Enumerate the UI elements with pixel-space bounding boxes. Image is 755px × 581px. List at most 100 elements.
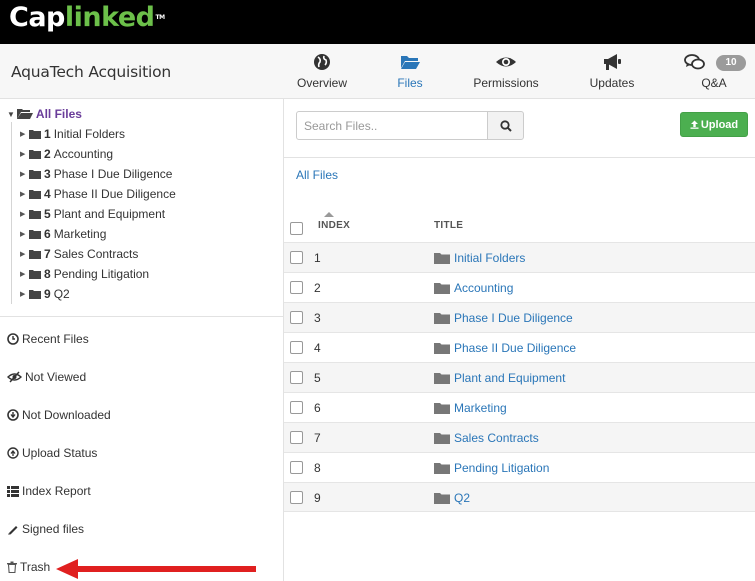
column-header-title[interactable]: TITLE xyxy=(434,220,463,231)
tree-folder-item[interactable]: ▶ 6 Marketing xyxy=(20,224,176,244)
row-title-link[interactable]: Pending Litigation xyxy=(454,461,549,475)
breadcrumb-all-files[interactable]: All Files xyxy=(296,168,338,182)
caret-right-icon[interactable]: ▶ xyxy=(20,190,29,198)
sidebar-link-not-downloaded[interactable]: Not Downloaded xyxy=(7,408,111,422)
table-row[interactable]: 8 Pending Litigation xyxy=(284,452,755,482)
caret-right-icon[interactable]: ▶ xyxy=(20,230,29,238)
sidebar-link-label: Index Report xyxy=(22,484,91,498)
caret-right-icon[interactable]: ▶ xyxy=(20,250,29,258)
nav-permissions[interactable]: Permissions xyxy=(466,52,546,90)
folder-number: 5 xyxy=(44,207,51,221)
tree-folder-item[interactable]: ▶ 8 Pending Litigation xyxy=(20,264,176,284)
caret-right-icon[interactable]: ▶ xyxy=(20,270,29,278)
folder-icon xyxy=(29,210,41,219)
tree-folder-item[interactable]: ▶ 1 Initial Folders xyxy=(20,124,176,144)
folder-name: Q2 xyxy=(53,287,70,301)
sidebar-link-label: Not Viewed xyxy=(25,370,87,384)
tree-folder-item[interactable]: ▶ 5 Plant and Equipment xyxy=(20,204,176,224)
row-title-link[interactable]: Accounting xyxy=(454,281,513,295)
row-index: 4 xyxy=(314,341,321,355)
row-checkbox[interactable] xyxy=(290,311,303,324)
row-checkbox[interactable] xyxy=(290,251,303,264)
table-row[interactable]: 7 Sales Contracts xyxy=(284,422,755,452)
nav-qa[interactable]: 10 Q&A xyxy=(674,52,754,90)
caplinked-logo[interactable]: CaplinkedTM xyxy=(9,2,165,34)
tree-folder-item[interactable]: ▶ 4 Phase II Due Diligence xyxy=(20,184,176,204)
folder-open-icon xyxy=(401,56,420,69)
folder-name: Sales Contracts xyxy=(53,247,139,261)
sidebar-link-upload-status[interactable]: Upload Status xyxy=(7,446,97,460)
sidebar: ▼ All Files ▶ 1 Initial Folders ▶ 2 Accountin… xyxy=(0,99,284,581)
annotation-arrow xyxy=(56,559,256,579)
table-row[interactable]: 3 Phase I Due Diligence xyxy=(284,302,755,332)
tree-folder-item[interactable]: ▶ 9 Q2 xyxy=(20,284,176,304)
row-index: 6 xyxy=(314,401,321,415)
row-checkbox[interactable] xyxy=(290,461,303,474)
tree-folder-item[interactable]: ▶ 7 Sales Contracts xyxy=(20,244,176,264)
trash-icon xyxy=(7,561,17,573)
sidebar-link-trash[interactable]: Trash xyxy=(7,560,50,574)
search-files-input[interactable] xyxy=(296,111,488,140)
top-bar: CaplinkedTM xyxy=(0,0,755,44)
column-header-index[interactable]: INDEX xyxy=(318,220,350,231)
nav-permissions-label: Permissions xyxy=(473,76,539,90)
table-row[interactable]: 2 Accounting xyxy=(284,272,755,302)
folder-icon xyxy=(434,373,450,384)
table-row[interactable]: 4 Phase II Due Diligence xyxy=(284,332,755,362)
folder-number: 3 xyxy=(44,167,51,181)
sidebar-link-not-viewed[interactable]: Not Viewed xyxy=(7,370,86,384)
folder-number: 7 xyxy=(44,247,51,261)
folder-icon xyxy=(29,270,41,279)
row-title-link[interactable]: Marketing xyxy=(454,401,507,415)
tree-folder-item[interactable]: ▶ 3 Phase I Due Diligence xyxy=(20,164,176,184)
row-title-link[interactable]: Q2 xyxy=(454,491,470,505)
caret-right-icon[interactable]: ▶ xyxy=(20,210,29,218)
select-all-checkbox[interactable] xyxy=(290,222,303,235)
row-index: 9 xyxy=(314,491,321,505)
folder-icon xyxy=(29,170,41,179)
upload-button-label: Upload xyxy=(700,118,739,131)
caret-right-icon[interactable]: ▶ xyxy=(20,290,29,298)
sidebar-link-recent-files[interactable]: Recent Files xyxy=(7,332,89,346)
sidebar-divider xyxy=(0,316,283,317)
caret-right-icon[interactable]: ▶ xyxy=(20,130,29,138)
search-button[interactable] xyxy=(487,111,524,140)
caret-down-icon[interactable]: ▼ xyxy=(7,110,15,119)
folder-tree: ▶ 1 Initial Folders ▶ 2 Accounting ▶ 3 Phase I D… xyxy=(20,124,176,304)
globe-icon xyxy=(314,54,330,70)
row-title-link[interactable]: Phase II Due Diligence xyxy=(454,341,576,355)
sidebar-link-index-report[interactable]: Index Report xyxy=(7,484,91,498)
table-row[interactable]: 9 Q2 xyxy=(284,482,755,512)
tree-folder-item[interactable]: ▶ 2 Accounting xyxy=(20,144,176,164)
row-title-link[interactable]: Sales Contracts xyxy=(454,431,539,445)
caret-right-icon[interactable]: ▶ xyxy=(20,150,29,158)
sidebar-link-label: Trash xyxy=(20,560,51,574)
folder-name: Initial Folders xyxy=(53,127,126,141)
folder-icon xyxy=(434,283,450,294)
sidebar-link-signed-files[interactable]: Signed files xyxy=(7,522,84,536)
row-checkbox[interactable] xyxy=(290,281,303,294)
folder-icon xyxy=(29,130,41,139)
table-row[interactable]: 6 Marketing xyxy=(284,392,755,422)
pen-icon xyxy=(8,526,18,535)
row-checkbox[interactable] xyxy=(290,491,303,504)
nav-updates[interactable]: Updates xyxy=(572,52,652,90)
table-row[interactable]: 1 Initial Folders xyxy=(284,242,755,272)
row-checkbox[interactable] xyxy=(290,431,303,444)
row-checkbox[interactable] xyxy=(290,401,303,414)
row-title-link[interactable]: Phase I Due Diligence xyxy=(454,311,573,325)
upload-button[interactable]: Upload xyxy=(680,112,748,137)
nav-updates-label: Updates xyxy=(589,76,635,90)
row-checkbox[interactable] xyxy=(290,371,303,384)
row-index: 7 xyxy=(314,431,321,445)
row-title-link[interactable]: Initial Folders xyxy=(454,251,525,265)
caret-right-icon[interactable]: ▶ xyxy=(20,170,29,178)
row-checkbox[interactable] xyxy=(290,341,303,354)
table-row[interactable]: 5 Plant and Equipment xyxy=(284,362,755,392)
folder-icon xyxy=(434,403,450,414)
nav-overview[interactable]: Overview xyxy=(282,52,362,90)
nav-files[interactable]: Files xyxy=(370,52,450,90)
row-title-link[interactable]: Plant and Equipment xyxy=(454,371,565,385)
row-index: 1 xyxy=(314,251,321,265)
tree-root-all-files[interactable]: ▼ All Files xyxy=(7,107,82,121)
